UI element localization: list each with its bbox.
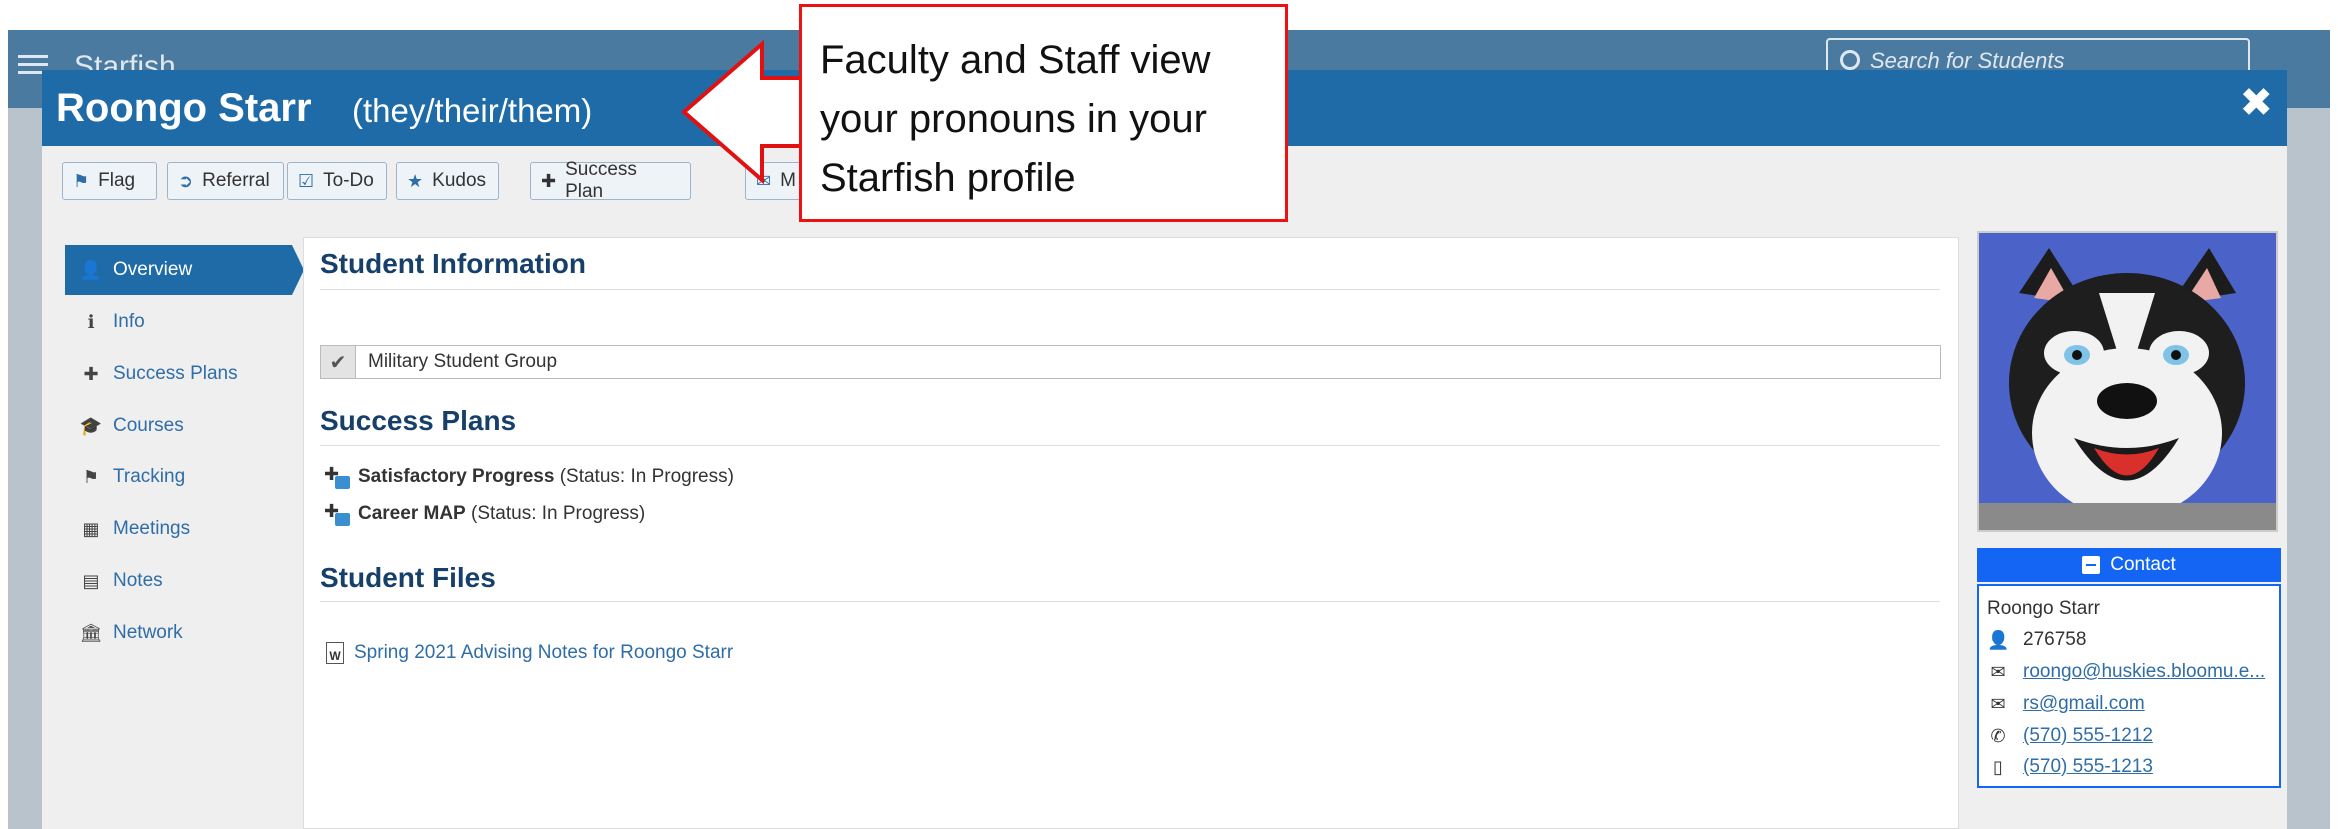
flag-button[interactable]: ⚑ Flag [62, 162, 157, 200]
nav-overview-label: Overview [113, 259, 193, 280]
contact-card: Roongo Starr 👤 276758 ✉ roongo@huskies.blo… [1977, 584, 2281, 788]
student-information-title: Student Information [320, 248, 586, 279]
word-document-icon: W [326, 642, 344, 664]
search-icon [1840, 50, 1860, 70]
contact-phone-row: ✆ (570) 555-1212 [1987, 725, 2153, 747]
flag-button-label: Flag [98, 170, 136, 191]
student-files-title: Student Files [320, 562, 496, 593]
student-photo [1977, 231, 2278, 532]
plan-name: Satisfactory Progress [358, 466, 555, 487]
mobile-phone-icon: ▯ [1993, 756, 2003, 777]
star-icon: ★ [407, 170, 424, 191]
contact-toggle[interactable]: Contact [1977, 548, 2281, 582]
puzzle-icon: ✚ [83, 363, 99, 384]
nav-meetings[interactable]: ▦ Meetings [65, 504, 292, 554]
phone-icon: ✆ [1990, 725, 2006, 746]
nav-notes-label: Notes [113, 570, 163, 591]
contact-header-label: Contact [2110, 554, 2176, 575]
note-icon: ▤ [82, 570, 100, 591]
file-link[interactable]: W Spring 2021 Advising Notes for Roongo … [326, 642, 733, 664]
todo-button[interactable]: ☑ To-Do [287, 162, 387, 200]
group-label: Military Student Group [368, 351, 558, 372]
referral-icon: ➲ [178, 170, 194, 191]
nav-tracking-label: Tracking [113, 466, 186, 487]
contact-email-link[interactable]: rs@gmail.com [2023, 693, 2145, 715]
user-icon: 👤 [79, 259, 103, 280]
kudos-button-label: Kudos [432, 170, 487, 191]
info-icon: ℹ [87, 311, 95, 332]
nav-notes[interactable]: ▤ Notes [65, 556, 292, 606]
contact-name: Roongo Starr [1987, 598, 2101, 619]
husky-mascot-image [1979, 233, 2276, 530]
group-item: ✔ Military Student Group [320, 345, 1941, 379]
file-link-label: Spring 2021 Advising Notes for Roongo St… [354, 642, 734, 663]
success-plan-icon: ✚ [324, 501, 352, 527]
envelope-icon: ✉ [1990, 661, 2006, 682]
graduation-cap-icon: 🎓 [79, 415, 103, 436]
flag-icon: ⚑ [82, 466, 100, 487]
nav-tracking[interactable]: ⚑ Tracking [65, 452, 292, 502]
success-plan-button-label: Success Plan [565, 159, 637, 202]
envelope-icon: ✉ [1990, 693, 2006, 714]
success-plan-item[interactable]: ✚ Satisfactory Progress (Status: In Prog… [324, 464, 734, 490]
nav-network-label: Network [113, 622, 183, 643]
contact-email-row: ✉ roongo@huskies.bloomu.e... [1987, 661, 2265, 683]
contact-id: 276758 [2023, 629, 2087, 650]
todo-button-label: To-Do [323, 170, 374, 191]
section-divider [320, 289, 1940, 290]
section-divider [320, 601, 1940, 602]
student-name: Roongo Starr [56, 86, 312, 130]
referral-button-label: Referral [202, 170, 270, 191]
callout-box: Faculty and Staff view your pronouns in … [799, 4, 1288, 222]
plan-status: (Status: In Progress) [559, 466, 734, 487]
contact-email-row: ✉ rs@gmail.com [1987, 693, 2145, 715]
collapse-icon [2082, 556, 2101, 574]
institution-icon: 🏛 [79, 622, 103, 643]
nav-meetings-label: Meetings [113, 518, 191, 539]
plan-name: Career MAP [358, 503, 466, 524]
check-icon: ✔ [321, 346, 356, 378]
nav-network[interactable]: 🏛 Network [65, 608, 292, 658]
section-divider [320, 445, 1940, 446]
checkbox-icon: ☑ [298, 170, 315, 191]
contact-email-link[interactable]: roongo@huskies.bloomu.e... [2023, 661, 2265, 683]
kudos-button[interactable]: ★ Kudos [396, 162, 499, 200]
nav-info[interactable]: ℹ Info [65, 297, 292, 347]
contact-id-row: 👤 276758 [1987, 629, 2086, 651]
success-plans-title: Success Plans [320, 405, 517, 436]
success-plan-icon: ✚ [324, 464, 352, 490]
close-icon[interactable]: ✖ [2239, 80, 2273, 126]
calendar-icon: ▦ [82, 518, 100, 539]
nav-courses-label: Courses [113, 415, 184, 436]
contact-mobile-row: ▯ (570) 555-1213 [1987, 756, 2153, 778]
referral-button[interactable]: ➲ Referral [167, 162, 284, 200]
success-plan-button[interactable]: ✚ Success Plan [530, 159, 691, 202]
nav-info-label: Info [113, 311, 145, 332]
user-icon: 👤 [1987, 629, 2010, 650]
callout-arrow [680, 40, 805, 185]
nav-success-plans[interactable]: ✚ Success Plans [65, 349, 292, 399]
nav-success-plans-label: Success Plans [113, 363, 238, 384]
flag-icon: ⚑ [73, 170, 90, 191]
overview-panel: Student Information ✔ Military Student G… [303, 237, 1959, 829]
plan-status: (Status: In Progress) [471, 503, 646, 524]
nav-courses[interactable]: 🎓 Courses [65, 401, 292, 451]
contact-phone-link[interactable]: (570) 555-1212 [2023, 725, 2153, 747]
contact-mobile-link[interactable]: (570) 555-1213 [2023, 756, 2153, 778]
nav-overview[interactable]: 👤 Overview [65, 245, 304, 295]
student-pronouns: (they/their/them) [352, 92, 593, 129]
success-plan-item[interactable]: ✚ Career MAP (Status: In Progress) [324, 501, 645, 527]
puzzle-plus-icon: ✚ [541, 170, 557, 191]
